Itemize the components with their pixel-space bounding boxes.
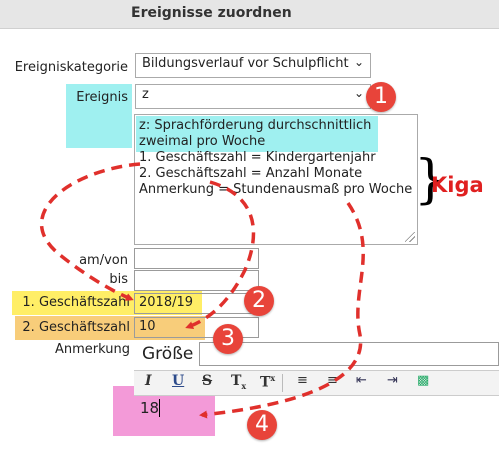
annotation-arrows: [39, 162, 365, 419]
arrow-kindergartenjahr-to-gz1: [39, 162, 141, 301]
step-badge-4: 4: [247, 410, 277, 440]
arrow-stundenausmass-to-editor: [199, 202, 365, 419]
step-badge-2: 2: [244, 286, 274, 316]
step-badge-1: 1: [366, 82, 396, 112]
step-badge-3: 3: [213, 324, 243, 354]
